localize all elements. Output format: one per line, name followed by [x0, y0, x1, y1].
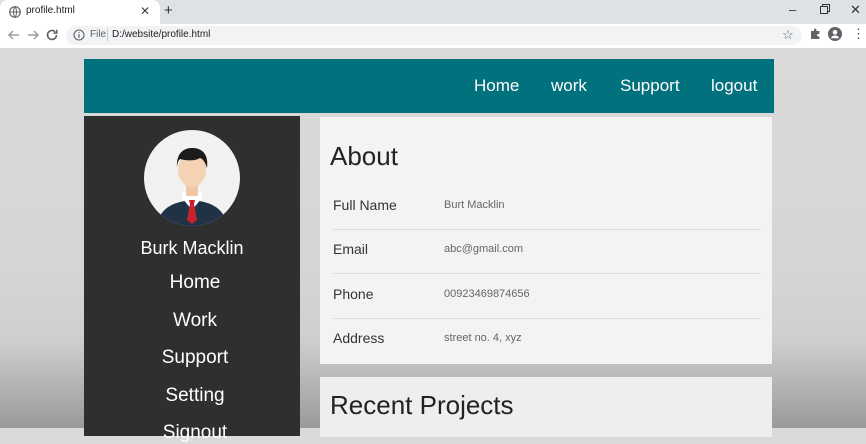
phone-value: 00923469874656 — [444, 288, 530, 300]
sidebar-item-home[interactable]: Home — [84, 272, 306, 294]
email-label: Email — [333, 241, 369, 257]
sidebar-user-name: Burk Macklin — [140, 238, 244, 258]
about-card: About Full Name Burt Macklin Email abc@g… — [320, 117, 772, 364]
bookmark-star-icon[interactable]: ☆ — [782, 27, 794, 43]
topnav-logout-link[interactable]: logout — [711, 76, 757, 96]
minimize-icon[interactable]: – — [789, 2, 796, 17]
extensions-puzzle-icon[interactable] — [810, 28, 822, 40]
tab-close-icon[interactable]: ✕ — [140, 4, 150, 18]
email-value: abc@gmail.com — [444, 243, 524, 255]
window-close-icon[interactable]: ✕ — [850, 2, 861, 18]
tab-title: profile.html — [26, 5, 75, 16]
sidebar-item-work[interactable]: Work — [84, 310, 306, 332]
back-arrow-icon[interactable] — [6, 27, 22, 43]
sidebar: Burk Macklin Home Work Support Setting S… — [84, 116, 300, 443]
topnav-support-link[interactable]: Support — [620, 76, 680, 96]
phone-label: Phone — [333, 286, 374, 302]
restore-icon[interactable] — [820, 4, 830, 14]
recent-projects-title: Recent Projects — [330, 390, 514, 420]
topnav-home-link[interactable]: Home — [474, 76, 519, 96]
row-divider — [333, 318, 761, 319]
kebab-menu-icon[interactable]: ⋮ — [852, 27, 865, 41]
new-tab-icon[interactable]: + — [164, 2, 173, 19]
full-name-value: Burt Macklin — [444, 199, 505, 211]
forward-arrow-icon[interactable] — [25, 27, 41, 43]
row-divider — [333, 273, 761, 274]
sidebar-item-support[interactable]: Support — [84, 347, 306, 369]
info-icon[interactable] — [73, 29, 85, 41]
top-navbar: Home work Support logout — [84, 59, 774, 113]
profile-avatar-icon[interactable] — [828, 27, 842, 41]
address-bar[interactable]: File D:/website/profile.html ☆ — [66, 26, 802, 45]
url-separator — [107, 29, 108, 41]
row-divider — [333, 229, 761, 230]
topnav-work-link[interactable]: work — [551, 76, 587, 96]
address-value: street no. 4, xyz — [444, 332, 522, 344]
reload-icon[interactable] — [44, 27, 60, 43]
globe-icon — [9, 6, 21, 18]
user-avatar-image — [144, 130, 240, 226]
recent-projects-card: Recent Projects — [320, 377, 772, 437]
url-text[interactable]: D:/website/profile.html — [112, 29, 210, 40]
browser-toolbar: File D:/website/profile.html ☆ ⋮ — [0, 24, 866, 49]
file-scheme-label: File — [90, 29, 107, 40]
full-name-label: Full Name — [333, 197, 397, 213]
about-title: About — [330, 141, 398, 171]
address-label: Address — [333, 330, 385, 346]
sidebar-item-setting[interactable]: Setting — [84, 385, 306, 407]
browser-tabstrip: profile.html ✕ + – ✕ — [0, 0, 866, 24]
browser-tab[interactable]: profile.html ✕ — [0, 0, 160, 24]
sidebar-item-signout[interactable]: Signout — [84, 422, 306, 444]
